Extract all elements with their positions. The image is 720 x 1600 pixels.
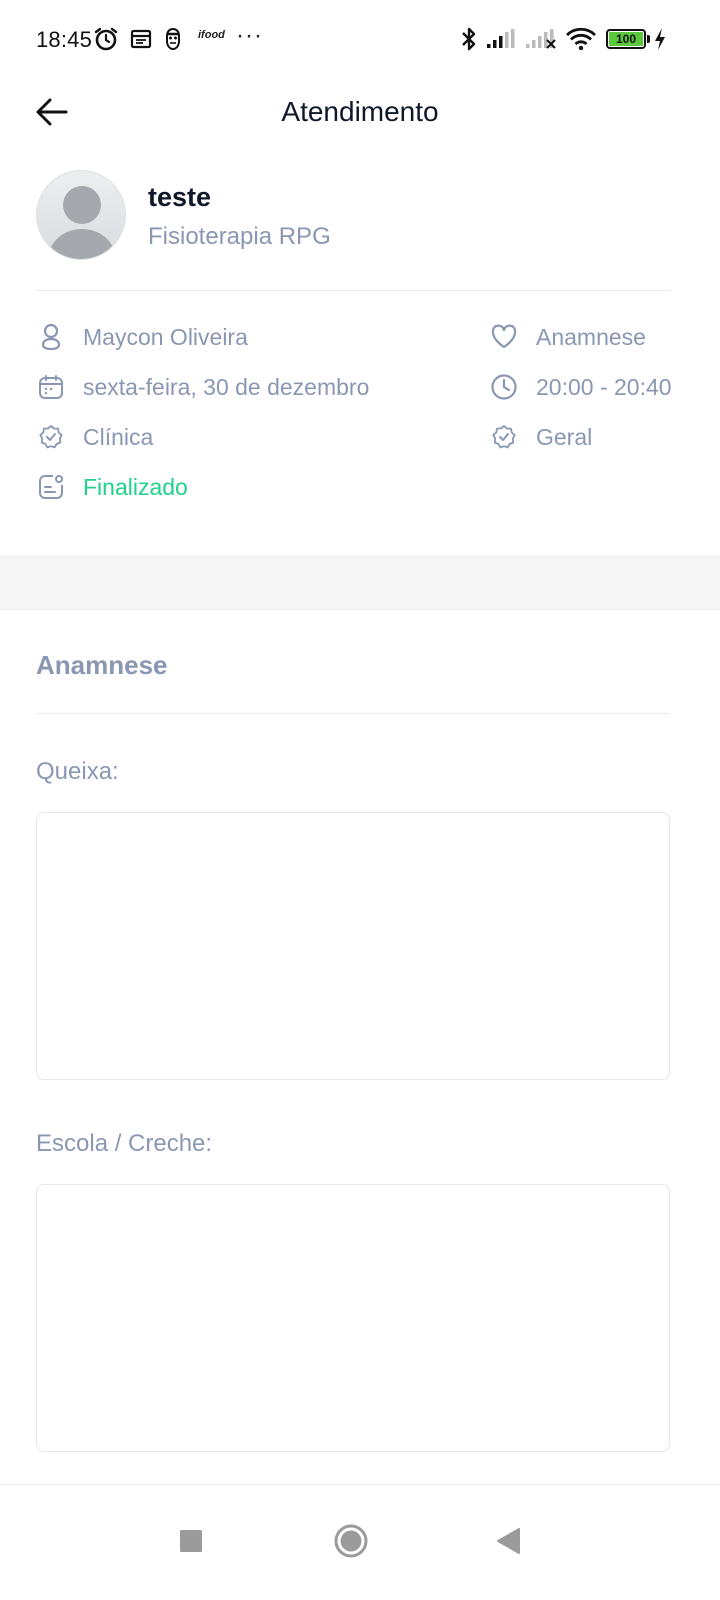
system-back-button[interactable] xyxy=(478,1511,538,1571)
home-button[interactable] xyxy=(321,1511,381,1571)
home-icon xyxy=(334,1524,368,1558)
wifi-icon xyxy=(565,26,597,52)
heart-icon xyxy=(489,322,519,352)
bluetooth-icon xyxy=(459,26,479,52)
detail-status: Finalizado xyxy=(36,469,188,505)
divider xyxy=(36,713,670,714)
charging-icon xyxy=(653,26,667,52)
time-range: 20:00 - 20:40 xyxy=(536,373,672,400)
face-app-icon xyxy=(164,26,182,52)
alarm-icon xyxy=(93,26,119,52)
clock-icon xyxy=(489,372,519,402)
detail-time: 20:00 - 20:40 xyxy=(489,369,672,405)
ifood-icon: ifood xyxy=(198,29,225,41)
check-badge-icon xyxy=(489,422,519,452)
status-bar: 18:45 ifood ··· 100 xyxy=(0,0,720,80)
patient-specialty: Fisioterapia RPG xyxy=(148,223,331,250)
system-nav-bar xyxy=(0,1484,720,1600)
battery-level: 100 xyxy=(609,32,643,46)
queixa-textarea[interactable] xyxy=(36,812,670,1080)
section-separator xyxy=(0,555,720,610)
patient-name: teste xyxy=(148,182,212,212)
escola-creche-textarea[interactable] xyxy=(36,1184,670,1452)
user-placeholder-avatar xyxy=(37,171,125,259)
battery-tip xyxy=(647,35,650,43)
status-icon xyxy=(36,472,66,502)
calendar-icon xyxy=(36,372,66,402)
field-label-queixa: Queixa: xyxy=(36,758,119,785)
appointment-date: sexta-feira, 30 de dezembro xyxy=(83,373,370,400)
more-notifications-icon: ··· xyxy=(236,22,263,49)
page-title: Atendimento xyxy=(281,96,439,127)
detail-category: Geral xyxy=(489,419,592,455)
app-header: Atendimento xyxy=(0,80,720,144)
detail-location: Clínica xyxy=(36,419,153,455)
battery-icon: 100 xyxy=(606,29,646,49)
signal-off-icon xyxy=(525,26,559,52)
calendar-app-icon xyxy=(130,26,152,52)
status-badge: Finalizado xyxy=(83,473,188,500)
divider xyxy=(36,290,670,291)
detail-professional: Maycon Oliveira xyxy=(36,319,248,355)
detail-date: sexta-feira, 30 de dezembro xyxy=(36,369,369,405)
recent-apps-button[interactable] xyxy=(161,1511,221,1571)
field-label-escola: Escola / Creche: xyxy=(36,1130,213,1157)
form-type: Anamnese xyxy=(536,323,646,350)
status-time: 18:45 xyxy=(36,27,93,52)
appointment-category: Geral xyxy=(536,423,593,450)
detail-form-type: Anamnese xyxy=(489,319,646,355)
section-title: Anamnese xyxy=(36,650,168,680)
check-badge-icon xyxy=(36,422,66,452)
recent-apps-icon xyxy=(180,1530,202,1552)
signal-icon xyxy=(486,26,520,52)
appointment-location: Clínica xyxy=(83,423,154,450)
user-icon xyxy=(36,322,66,352)
professional-name: Maycon Oliveira xyxy=(83,323,248,350)
back-triangle-icon xyxy=(497,1528,520,1554)
avatar[interactable] xyxy=(36,170,126,260)
